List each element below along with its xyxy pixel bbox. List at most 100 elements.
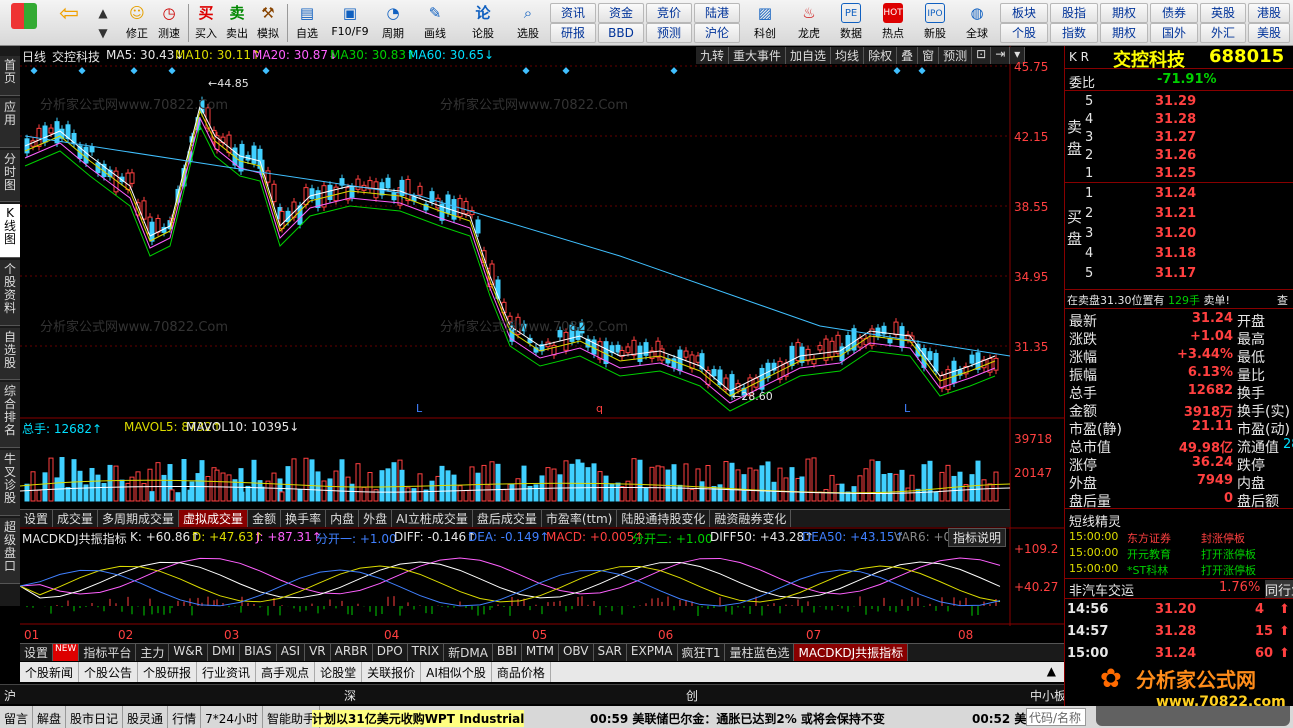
btn-auction[interactable]: 竞价 bbox=[646, 3, 692, 23]
news-ticker-1[interactable]: 计划以31亿美元收购WPT Industrial bbox=[312, 710, 525, 727]
tab-profile[interactable]: 个股资料 bbox=[0, 260, 20, 326]
vol-tab-outer[interactable]: 外盘 bbox=[359, 510, 393, 527]
btn-overlay[interactable]: 叠 bbox=[897, 47, 919, 64]
info-tab-commodity[interactable]: 商品价格 bbox=[492, 662, 551, 682]
lock-icon[interactable]: ⊡ bbox=[972, 47, 992, 64]
nav-updown-button[interactable]: ▲ ▼ bbox=[92, 2, 114, 44]
btn-bbd[interactable]: BBD bbox=[598, 23, 644, 43]
toolbar-speed[interactable]: ◷ 测速 bbox=[156, 2, 182, 44]
tab-kline[interactable]: K线图 bbox=[0, 204, 20, 258]
btn-uk-stocks[interactable]: 英股 bbox=[1200, 3, 1246, 23]
info-tab-news[interactable]: 个股新闻 bbox=[20, 662, 80, 682]
ind-tab-vr[interactable]: VR bbox=[305, 644, 331, 661]
news-stock[interactable]: 开元教育 bbox=[1127, 546, 1171, 562]
ind-tab-macdkdj[interactable]: MACDKDJ共振指标 bbox=[794, 644, 909, 661]
toolbar-sell[interactable]: 卖卖出 bbox=[224, 2, 250, 44]
info-tab-research[interactable]: 个股研报 bbox=[138, 662, 198, 682]
toolbar-select[interactable]: ⌕ 选股 bbox=[508, 2, 548, 44]
toolbar-watchlist[interactable]: ▤ 自选 bbox=[292, 2, 322, 44]
ind-tab-bias[interactable]: BIAS bbox=[240, 644, 277, 661]
ind-tab-crazy-t1[interactable]: 疯狂T1 bbox=[678, 644, 726, 661]
btn-add-watch[interactable]: 加自选 bbox=[786, 47, 832, 64]
btn-forecast[interactable]: 预测 bbox=[646, 23, 692, 43]
status-item[interactable]: 股灵通 bbox=[123, 706, 169, 728]
toolbar-star-market[interactable]: ▨ 科创 bbox=[748, 2, 782, 44]
btn-hk-stocks[interactable]: 港股 bbox=[1248, 3, 1290, 23]
status-item[interactable]: 留言 bbox=[0, 706, 34, 728]
sell-price[interactable]: 31.28 bbox=[1155, 112, 1196, 127]
vol-tab-virtual[interactable]: 虚拟成交量 bbox=[179, 510, 249, 527]
btn-us-stocks[interactable]: 美股 bbox=[1248, 23, 1290, 43]
btn-options[interactable]: 期权 bbox=[1100, 23, 1148, 43]
code-search-input[interactable]: 代码/名称 bbox=[1026, 708, 1086, 726]
toolbar-buy[interactable]: 买买入 bbox=[193, 2, 219, 44]
ind-tab-obv[interactable]: OBV bbox=[559, 644, 594, 661]
btn-funds[interactable]: 资金 bbox=[598, 3, 644, 23]
chart-area[interactable]: 日线 交控科技 MA5: 30.43↓ MA10: 30.11↑ MA20: 3… bbox=[20, 46, 1064, 642]
sell-price[interactable]: 31.26 bbox=[1155, 148, 1196, 163]
btn-stocks[interactable]: 个股 bbox=[1000, 23, 1048, 43]
btn-news[interactable]: 资讯 bbox=[550, 3, 596, 23]
vol-tab-pe[interactable]: 市盈率(ttm) bbox=[542, 510, 618, 527]
btn-window[interactable]: 窗 bbox=[918, 47, 940, 64]
tab-ranking[interactable]: 综合排名 bbox=[0, 382, 20, 448]
status-item[interactable]: 股市日记 bbox=[66, 706, 124, 728]
pin-icon[interactable]: ⇥ bbox=[991, 47, 1011, 64]
news-stock[interactable]: 东方证券 bbox=[1127, 530, 1171, 546]
ind-tab-wr[interactable]: W&R bbox=[169, 644, 208, 661]
ind-tab-trix[interactable]: TRIX bbox=[408, 644, 445, 661]
btn-index-futures[interactable]: 股指 bbox=[1050, 3, 1098, 23]
tab-home[interactable]: 首页 bbox=[0, 56, 20, 96]
vol-tab-northbound[interactable]: 陆股通持股变化 bbox=[617, 510, 711, 527]
index-sz[interactable]: 深 bbox=[344, 687, 356, 704]
btn-exright[interactable]: 除权 bbox=[864, 47, 898, 64]
toolbar-dragon[interactable]: ♨ 龙虎 bbox=[792, 2, 826, 44]
tab-apps[interactable]: 应用 bbox=[0, 98, 20, 148]
btn-futures[interactable]: 期权 bbox=[1100, 3, 1148, 23]
info-tab-forum[interactable]: 论股堂 bbox=[315, 662, 363, 682]
vol-tab-margin[interactable]: 融资融券变化 bbox=[710, 510, 792, 527]
index-sh[interactable]: 沪 bbox=[4, 687, 16, 704]
news-stock[interactable]: *ST科林 bbox=[1127, 562, 1168, 578]
vol-tab-ai[interactable]: AI立桩成交量 bbox=[392, 510, 473, 527]
buy-price[interactable]: 31.20 bbox=[1155, 226, 1196, 241]
ind-tab-blue-bar[interactable]: 量柱蓝色选 bbox=[725, 644, 795, 661]
btn-forex[interactable]: 外汇 bbox=[1200, 23, 1246, 43]
ind-tab-platform[interactable]: 指标平台 bbox=[79, 644, 137, 661]
indicator-help-button[interactable]: 指标说明 bbox=[948, 528, 1007, 547]
ind-tab-dmi[interactable]: DMI bbox=[208, 644, 241, 661]
index-gem[interactable]: 创 bbox=[686, 687, 698, 704]
sell-price[interactable]: 31.27 bbox=[1155, 130, 1196, 145]
tab-diagnosis[interactable]: 牛叉诊股 bbox=[0, 450, 20, 516]
sell-price[interactable]: 31.25 bbox=[1155, 166, 1196, 181]
info-tab-announcements[interactable]: 个股公告 bbox=[79, 662, 139, 682]
btn-jiuzhuan[interactable]: 九转 bbox=[696, 47, 730, 64]
sector-name[interactable]: 非汽车交运 bbox=[1069, 580, 1134, 599]
status-item[interactable]: 解盘 bbox=[33, 706, 67, 728]
toolbar-hot[interactable]: HOT 热点 bbox=[876, 2, 910, 44]
buy-price[interactable]: 31.18 bbox=[1155, 246, 1196, 261]
vol-tab-inner[interactable]: 内盘 bbox=[326, 510, 360, 527]
info-tab-expert[interactable]: 高手观点 bbox=[256, 662, 316, 682]
vol-tab-multi-period[interactable]: 多周期成交量 bbox=[98, 510, 180, 527]
tab-watchlist[interactable]: 自选股 bbox=[0, 328, 20, 380]
news-ticker-2[interactable]: 00:59 美联储巴尔金：通胀已达到2% 或将会保持不变 bbox=[590, 710, 885, 727]
status-item[interactable]: 7*24小时 bbox=[201, 706, 263, 728]
ind-tab-expma[interactable]: EXPMA bbox=[627, 644, 678, 661]
btn-major-events[interactable]: 重大事件 bbox=[729, 47, 787, 64]
ind-tab-sar[interactable]: SAR bbox=[594, 644, 627, 661]
back-button[interactable]: ⇦ bbox=[54, 1, 84, 44]
ind-tab-asi[interactable]: ASI bbox=[277, 644, 306, 661]
scroll-up-icon[interactable]: ▲ bbox=[1039, 662, 1064, 682]
toolbar-data[interactable]: PE 数据 bbox=[834, 2, 868, 44]
toolbar-f10[interactable]: ▣ F10/F9 bbox=[330, 2, 370, 44]
buy-price[interactable]: 31.21 bbox=[1155, 206, 1196, 221]
tab-intraday[interactable]: 分时图 bbox=[0, 150, 20, 202]
toolbar-draw[interactable]: ✎ 画线 bbox=[420, 2, 450, 44]
tab-super-quote[interactable]: 超级盘口 bbox=[0, 518, 20, 584]
ind-tab-newdma[interactable]: 新DMA bbox=[444, 644, 493, 661]
btn-ma[interactable]: 均线 bbox=[831, 47, 865, 64]
ind-tab-dpo[interactable]: DPO bbox=[373, 644, 408, 661]
btn-research[interactable]: 研报 bbox=[550, 23, 596, 43]
ind-tab-mtm[interactable]: MTM bbox=[522, 644, 559, 661]
